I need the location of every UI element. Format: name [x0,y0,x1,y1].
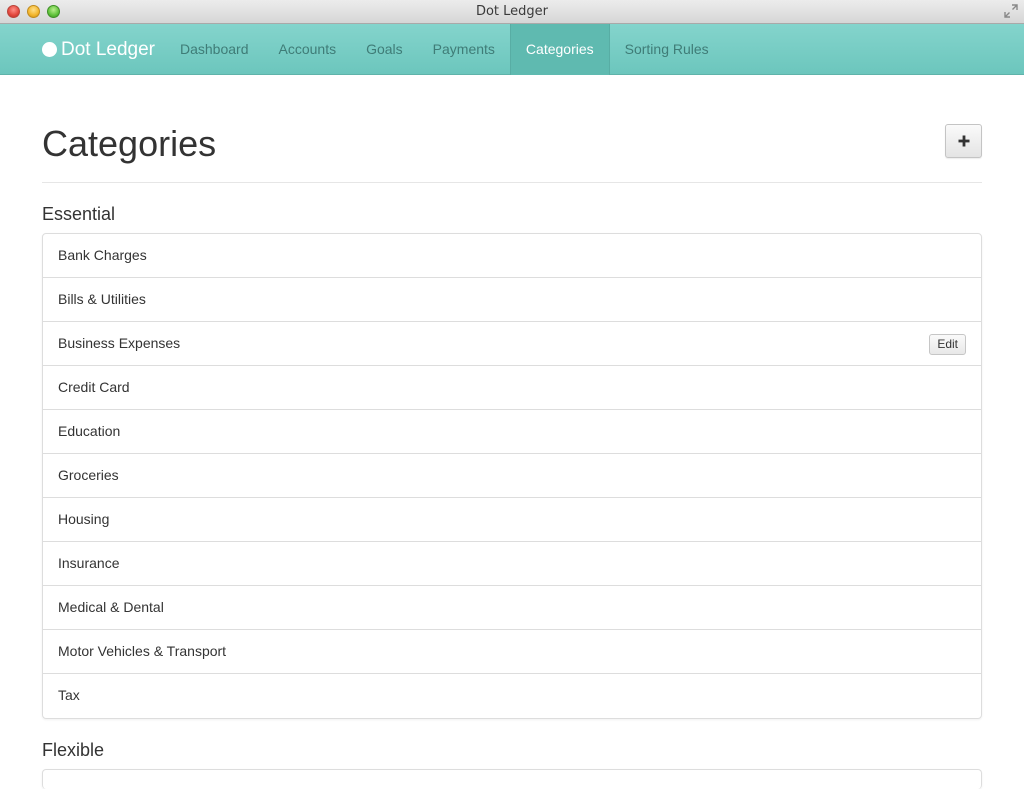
category-list-item[interactable]: Motor Vehicles & Transport [43,630,981,674]
category-list-item[interactable]: Insurance [43,542,981,586]
category-list-item[interactable]: Education [43,410,981,454]
window-titlebar: Dot Ledger [0,0,1024,24]
category-label: Housing [58,511,110,527]
main-content: Categories Essential Bank Charges Bills & … [42,75,982,789]
page-title: Categories [42,123,217,164]
nav-item-sorting-rules[interactable]: Sorting Rules [610,24,724,75]
nav-item-dashboard[interactable]: Dashboard [165,24,264,75]
category-label: Motor Vehicles & Transport [58,643,227,659]
category-label: Insurance [58,555,120,571]
category-label: Bank Charges [58,247,147,263]
category-label: Business Expenses [58,335,181,351]
nav-item-accounts[interactable]: Accounts [264,24,352,75]
brand-dot-icon [42,42,57,57]
category-label: Tax [58,687,80,703]
category-list-item[interactable]: Bank Charges [43,234,981,278]
category-list-item[interactable]: Bills & Utilities [43,278,981,322]
category-label: Bills & Utilities [58,291,146,307]
category-label: Groceries [58,467,119,483]
nav-item-categories[interactable]: Categories [509,24,610,75]
category-list-item[interactable]: Housing [43,498,981,542]
category-label: Education [58,423,121,439]
nav-item-goals[interactable]: Goals [351,24,418,75]
plus-icon [958,135,969,147]
category-list-item[interactable]: Business Expenses Edit [43,322,981,366]
fullscreen-icon[interactable] [1004,4,1018,18]
category-list-item[interactable]: Medical & Dental [43,586,981,630]
category-list-item[interactable]: Groceries [43,454,981,498]
category-sections: Essential Bank Charges Bills & Utilities Bu… [42,204,982,789]
section-title-essential: Essential [42,204,116,224]
edit-category-button[interactable]: Edit [929,334,966,355]
category-label: Credit Card [58,379,130,395]
add-category-button[interactable] [945,124,982,158]
navbar: Dot Ledger Dashboard Accounts Goals Payment… [0,24,1024,75]
brand-link[interactable]: Dot Ledger [42,24,155,75]
category-list [42,769,982,789]
category-label: Medical & Dental [58,599,164,615]
section-title-flexible: Flexible [42,740,105,760]
category-list-item[interactable]: Credit Card [43,366,981,410]
category-list: Bank Charges Bills & Utilities Business Ex… [42,233,982,719]
category-list-item[interactable]: Tax [43,674,981,718]
page-header: Categories [42,75,982,183]
nav-menu: Dashboard Accounts Goals Payments Categories… [165,24,724,75]
brand-label: Dot Ledger [61,38,156,60]
window-title: Dot Ledger [475,4,549,19]
nav-item-payments[interactable]: Payments [418,24,510,75]
